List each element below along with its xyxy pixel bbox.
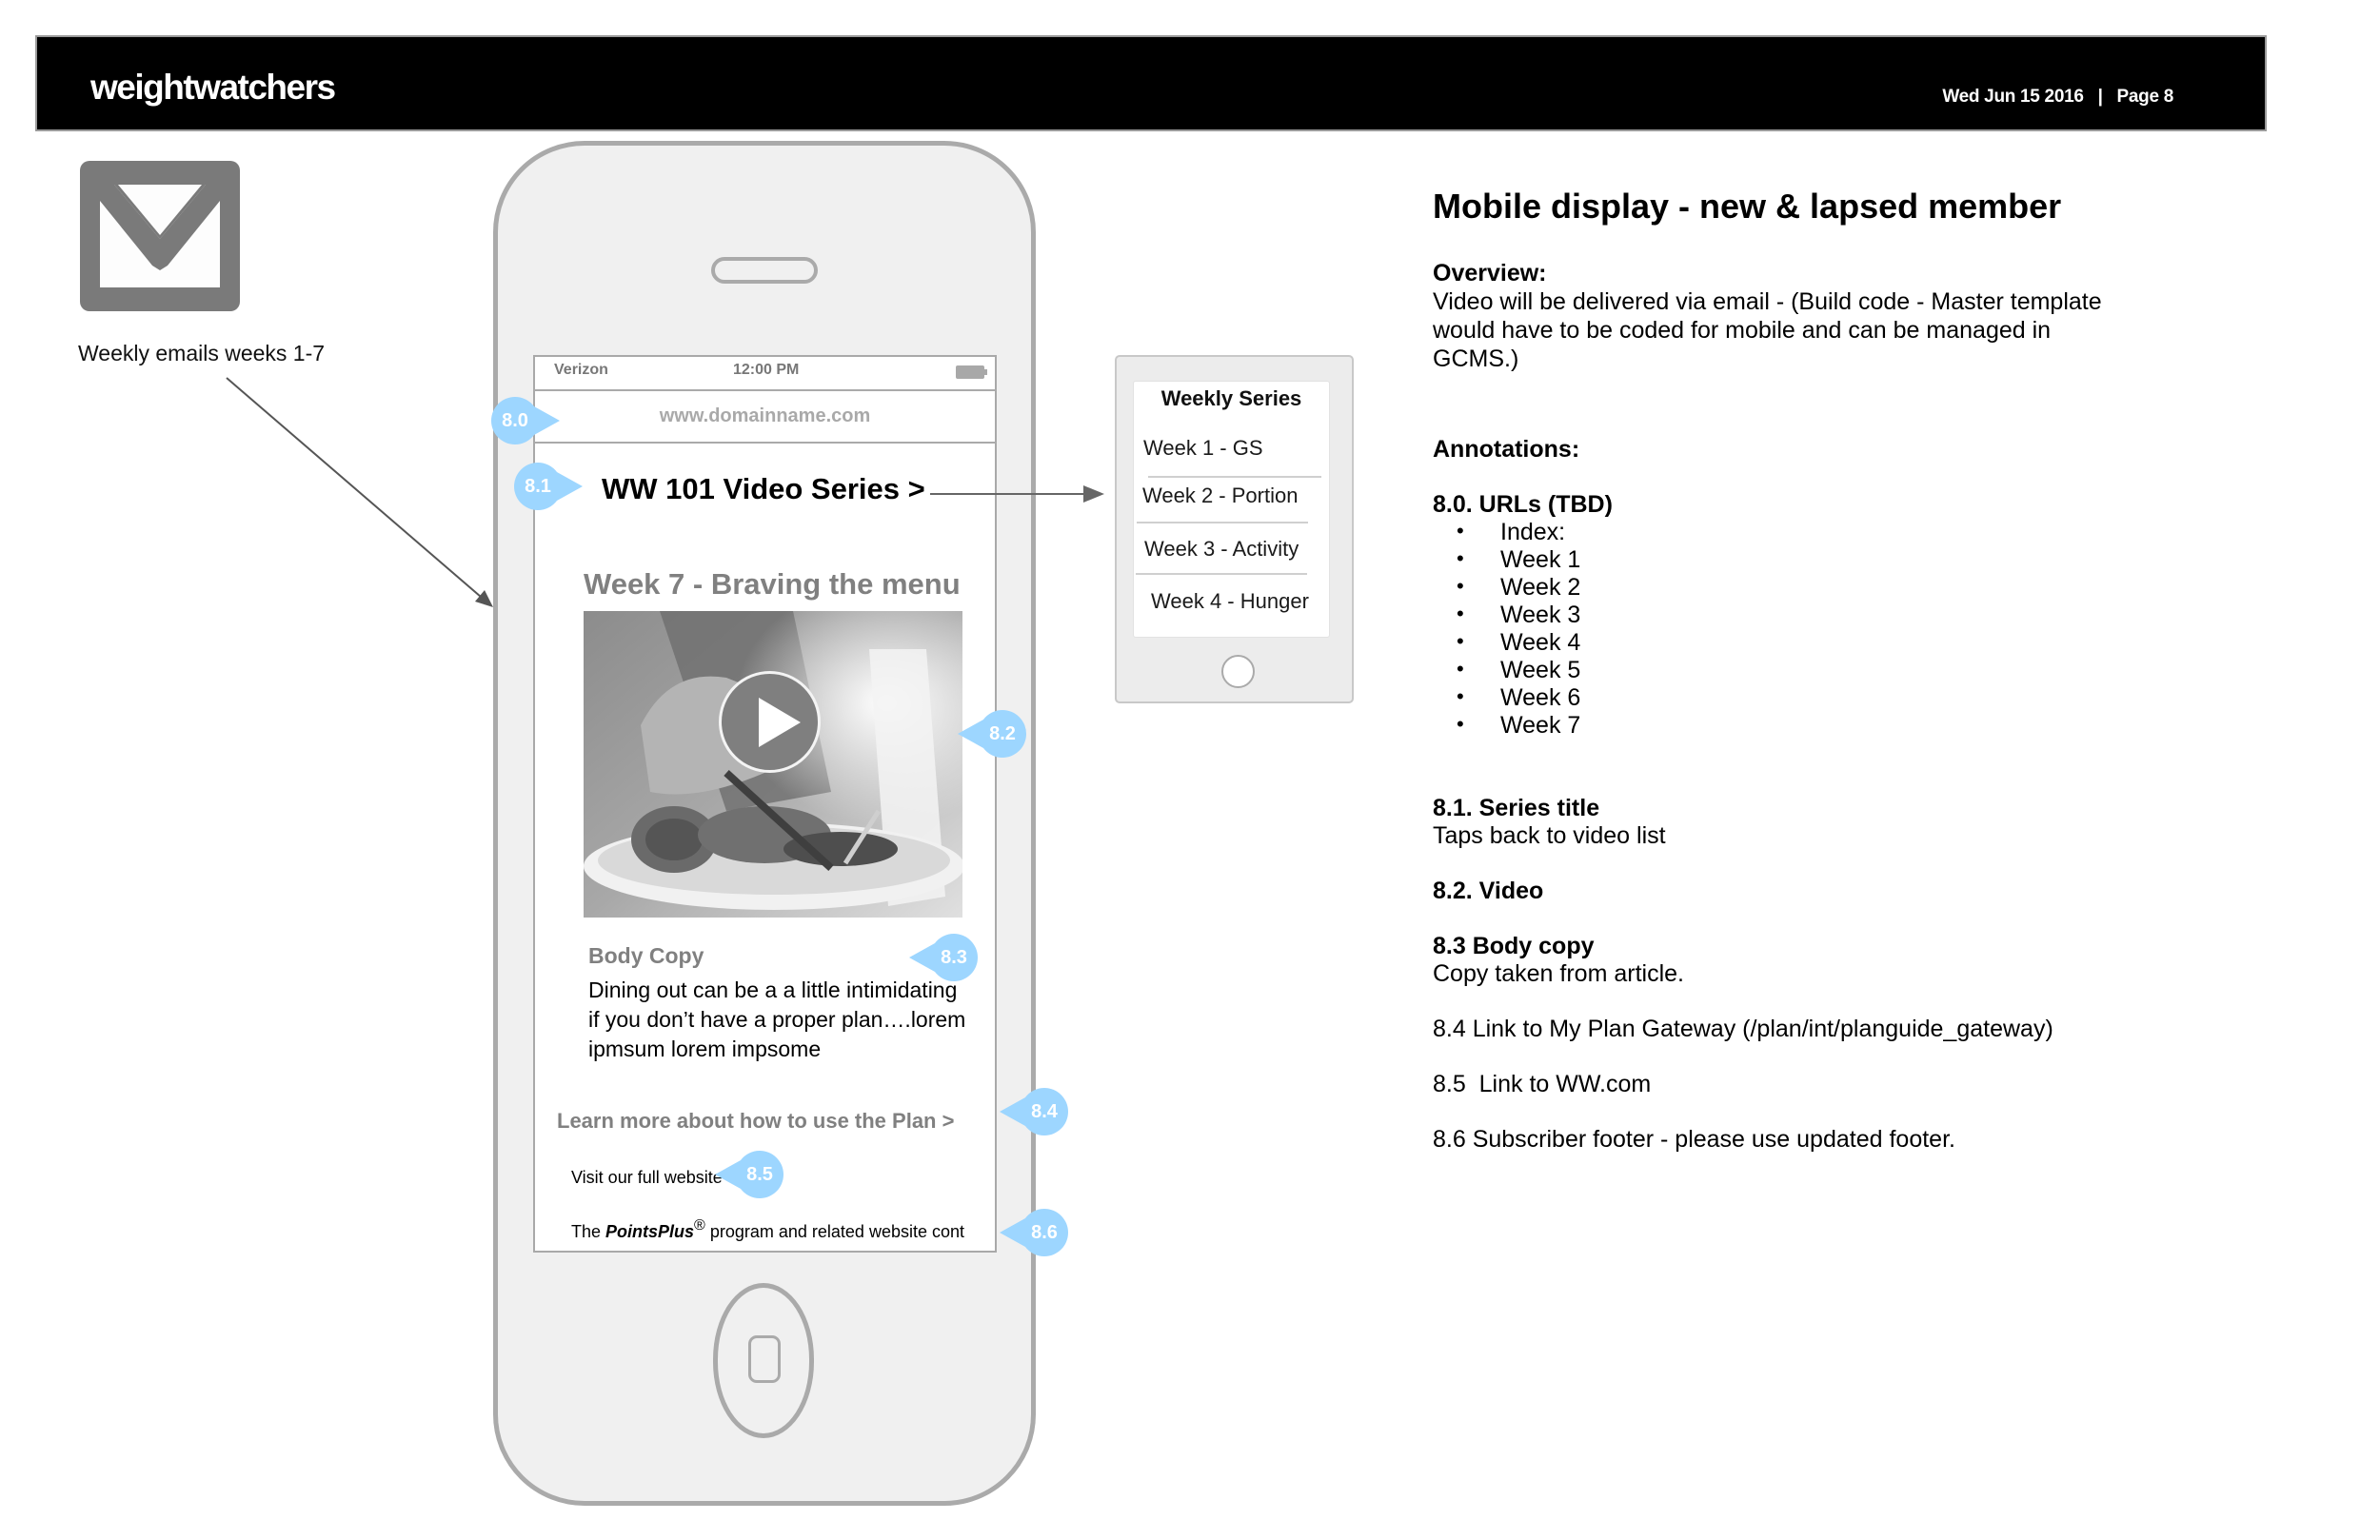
footer-note: 8.6 Subscriber footer - please use updat… bbox=[1433, 1126, 1955, 1153]
document-title: Mobile display - new & lapsed member bbox=[1433, 187, 2062, 226]
divider bbox=[1136, 573, 1307, 575]
url-list-item: Week 1 bbox=[1500, 546, 1581, 573]
bullet-icon: • bbox=[1457, 546, 1464, 570]
marker-8-5: 8.5 bbox=[715, 1151, 783, 1198]
marker-8-2: 8.2 bbox=[958, 710, 1026, 758]
overview-line: GCMS.) bbox=[1433, 346, 1519, 372]
marker-8-3: 8.3 bbox=[909, 934, 978, 981]
url-list-item: Week 3 bbox=[1500, 602, 1581, 628]
email-label: Weekly emails weeks 1-7 bbox=[78, 341, 326, 365]
subscriber-footer: The PointsPlus® program and related webs… bbox=[571, 1217, 995, 1242]
week-heading: Week 7 - Braving the menu bbox=[584, 567, 961, 601]
bullet-icon: • bbox=[1457, 519, 1464, 543]
footer-suffix: program and related website cont bbox=[704, 1222, 964, 1241]
body-note: Copy taken from article. bbox=[1433, 960, 1684, 987]
bullet-icon: • bbox=[1457, 684, 1464, 708]
email-to-phone-arrow bbox=[226, 377, 493, 607]
page-header: weightwatchers Wed Jun 15 2016 | Page 8 bbox=[35, 35, 2267, 131]
learn-more-link[interactable]: Learn more about how to use the Plan > bbox=[557, 1109, 954, 1134]
carrier-label: Verizon bbox=[554, 362, 608, 378]
urls-heading: 8.0. URLs (TBD) bbox=[1433, 491, 1613, 518]
series-item[interactable]: Week 3 - Activity bbox=[1144, 537, 1299, 562]
bullet-icon: • bbox=[1457, 629, 1464, 653]
home-button-icon bbox=[748, 1335, 781, 1383]
url-list-item: Index: bbox=[1500, 519, 1566, 545]
marker-8-4: 8.4 bbox=[1000, 1088, 1068, 1135]
body-note-heading: 8.3 Body copy bbox=[1433, 933, 1595, 959]
series-item[interactable]: Week 4 - Hunger bbox=[1151, 589, 1309, 614]
divider bbox=[1137, 522, 1308, 523]
series-item[interactable]: Week 1 - GS bbox=[1143, 436, 1263, 461]
overview-heading: Overview: bbox=[1433, 260, 1547, 286]
footer-brand: PointsPlus bbox=[605, 1222, 695, 1241]
series-title-note: Taps back to video list bbox=[1433, 822, 1666, 849]
phone-speaker bbox=[711, 257, 818, 284]
body-copy-label: Body Copy bbox=[588, 943, 704, 968]
header-meta: Wed Jun 15 2016 | Page 8 bbox=[1942, 87, 2173, 108]
page-number: Page 8 bbox=[2116, 87, 2174, 107]
bullet-icon: • bbox=[1457, 657, 1464, 681]
footer-prefix: The bbox=[571, 1222, 606, 1241]
url-text: www.domainname.com bbox=[659, 405, 871, 426]
connector-layer bbox=[226, 377, 1104, 607]
url-list-item: Week 2 bbox=[1500, 574, 1581, 601]
overview-line: would have to be coded for mobile and ca… bbox=[1433, 317, 2052, 344]
brand-logo: weightwatchers bbox=[90, 68, 336, 107]
envelope-icon bbox=[80, 161, 240, 311]
battery-icon bbox=[956, 365, 984, 379]
bullet-icon: • bbox=[1457, 602, 1464, 625]
series-title-link[interactable]: WW 101 Video Series > bbox=[602, 472, 925, 506]
video-note-heading: 8.2. Video bbox=[1433, 878, 1544, 904]
divider bbox=[1148, 476, 1321, 478]
marker-8-6: 8.6 bbox=[1000, 1209, 1068, 1256]
url-list-item: Week 4 bbox=[1500, 629, 1581, 656]
url-list-item: Week 6 bbox=[1500, 684, 1581, 711]
play-icon bbox=[759, 698, 801, 747]
header-date: Wed Jun 15 2016 bbox=[1942, 87, 2084, 107]
header-separator: | bbox=[2097, 87, 2103, 107]
body-copy-text: Dining out can be a a little intimidatin… bbox=[588, 977, 966, 1061]
annotations-heading: Annotations: bbox=[1433, 436, 1580, 463]
url-list-item: Week 7 bbox=[1500, 712, 1581, 739]
marker-8-1: 8.1 bbox=[514, 463, 583, 510]
url-list-item: Week 5 bbox=[1500, 657, 1581, 683]
series-title-note-heading: 8.1. Series title bbox=[1433, 795, 1600, 821]
panel-home-button[interactable] bbox=[1221, 655, 1255, 688]
ww-link-note: 8.5 Link to WW.com bbox=[1433, 1071, 1652, 1097]
overview-line: Video will be delivered via email - (Bui… bbox=[1433, 288, 2102, 315]
clock-label: 12:00 PM bbox=[733, 362, 800, 378]
series-item[interactable]: Week 2 - Portion bbox=[1142, 484, 1298, 508]
series-panel-title: Weekly Series bbox=[1160, 386, 1302, 410]
bullet-icon: • bbox=[1457, 574, 1464, 598]
visit-website-link[interactable]: Visit our full website bbox=[571, 1168, 723, 1188]
plan-link-note: 8.4 Link to My Plan Gateway (/plan/int/p… bbox=[1433, 1016, 2053, 1042]
marker-8-0: 8.0 bbox=[491, 397, 560, 444]
bullet-icon: • bbox=[1457, 712, 1464, 736]
battery-tip bbox=[984, 369, 987, 375]
registered-mark: ® bbox=[694, 1217, 705, 1234]
